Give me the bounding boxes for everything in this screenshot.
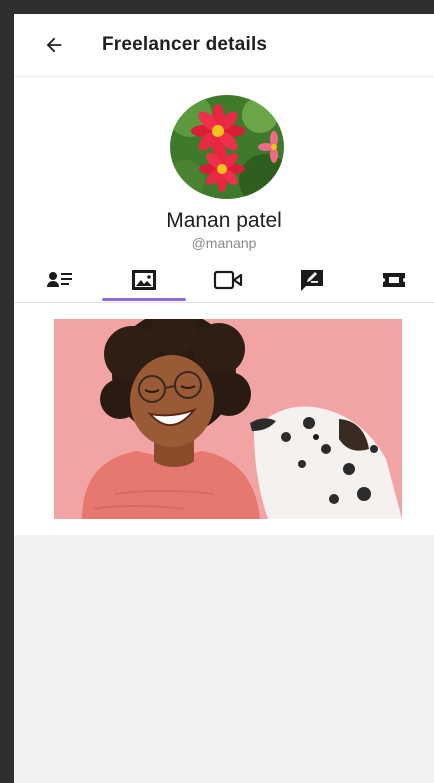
profile-tabs bbox=[14, 260, 434, 303]
video-icon bbox=[213, 270, 243, 290]
app-screen: Freelancer details Manan patel @mananp bbox=[14, 14, 434, 783]
bezel-top bbox=[0, 0, 434, 14]
ticket-icon bbox=[383, 273, 405, 287]
page-title: Freelancer details bbox=[102, 34, 268, 55]
tab-videos[interactable] bbox=[188, 260, 268, 300]
tab-selected-indicator bbox=[102, 298, 186, 301]
device-frame: Freelancer details Manan patel @mananp bbox=[0, 0, 434, 783]
tab-about[interactable] bbox=[20, 260, 100, 300]
tab-reviews[interactable] bbox=[272, 260, 352, 300]
photos-panel bbox=[14, 303, 434, 535]
tab-photos[interactable] bbox=[104, 260, 184, 300]
image-icon bbox=[132, 270, 156, 290]
avatar-flower-image bbox=[170, 95, 284, 199]
person-list-icon bbox=[47, 272, 72, 287]
arrow-left-icon bbox=[46, 37, 62, 53]
message-edit-icon bbox=[301, 270, 323, 291]
avatar[interactable] bbox=[170, 95, 284, 199]
app-bar: Freelancer details bbox=[14, 14, 434, 77]
profile-header: Manan patel @mananp bbox=[14, 77, 434, 257]
profile-handle: @mananp bbox=[191, 235, 257, 251]
bezel-left bbox=[0, 0, 14, 783]
back-button[interactable] bbox=[34, 25, 74, 65]
tab-tickets[interactable] bbox=[354, 260, 434, 300]
woman-with-dog-image bbox=[54, 319, 402, 519]
profile-name: Manan patel bbox=[166, 209, 282, 232]
empty-background bbox=[14, 535, 434, 783]
gallery-photo[interactable] bbox=[54, 319, 402, 519]
